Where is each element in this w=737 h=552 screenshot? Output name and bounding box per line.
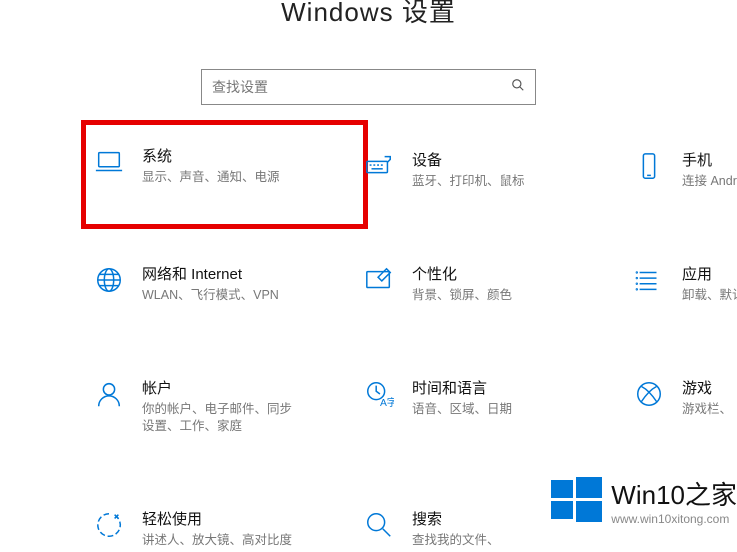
tile-gaming[interactable]: 游戏 游戏栏、 (632, 373, 737, 439)
globe-icon (92, 263, 126, 297)
tile-desc: 查找我的文件、 (412, 532, 627, 549)
tile-network[interactable]: 网络和 Internet WLAN、飞行模式、VPN (92, 259, 357, 308)
laptop-icon (92, 145, 126, 179)
svg-text:A字: A字 (380, 396, 394, 409)
windows-logo-icon (545, 470, 605, 530)
phone-icon (632, 149, 666, 183)
tile-accounts[interactable]: 帐户 你的帐户、电子邮件、同步设置、工作、家庭 (92, 373, 357, 439)
keyboard-icon (362, 149, 396, 183)
tile-desc: 游戏栏、 (682, 401, 737, 418)
search-container (0, 69, 737, 105)
search-input[interactable] (212, 79, 505, 95)
page-title: Windows 设置 (0, 0, 737, 29)
tile-time-language[interactable]: A字 时间和语言 语音、区域、日期 (362, 373, 627, 439)
tile-title: 手机 (682, 149, 737, 170)
tile-desc: 讲述人、放大镜、高对比度 (142, 532, 357, 549)
search-icon (511, 78, 525, 97)
tile-phone[interactable]: 手机 连接 Android (632, 145, 737, 194)
tile-desc: 你的帐户、电子邮件、同步设置、工作、家庭 (142, 401, 297, 435)
tile-desc: 连接 Android (682, 173, 737, 190)
tile-title: 帐户 (142, 377, 357, 398)
tile-title: 游戏 (682, 377, 737, 398)
watermark: Win10之家 www.win10xitong.com (539, 470, 737, 530)
search-icon (362, 508, 396, 542)
tile-apps[interactable]: 应用 卸载、默认 (632, 259, 737, 308)
xbox-icon (632, 377, 666, 411)
tile-title: 应用 (682, 263, 737, 284)
tile-title: 设备 (412, 149, 627, 170)
tile-personalization[interactable]: 个性化 背景、锁屏、颜色 (362, 259, 627, 308)
tile-system[interactable]: 系统 显示、声音、通知、电源 (86, 125, 363, 224)
tile-desc: 显示、声音、通知、电源 (142, 169, 357, 186)
tile-desc: 卸载、默认 (682, 287, 737, 304)
tile-title: 时间和语言 (412, 377, 627, 398)
tile-desc: 语音、区域、日期 (412, 401, 627, 418)
search-box[interactable] (201, 69, 536, 105)
tile-devices[interactable]: 设备 蓝牙、打印机、鼠标 (362, 145, 627, 194)
ease-icon (92, 508, 126, 542)
time-lang-icon: A字 (362, 377, 396, 411)
watermark-brand: Win10之家 (611, 475, 737, 512)
tile-title: 轻松使用 (142, 508, 357, 529)
apps-icon (632, 263, 666, 297)
tile-ease-of-access[interactable]: 轻松使用 讲述人、放大镜、高对比度 (92, 504, 357, 552)
tile-desc: 背景、锁屏、颜色 (412, 287, 627, 304)
tile-title: 网络和 Internet (142, 263, 357, 284)
watermark-url: www.win10xitong.com (611, 512, 737, 526)
tile-title: 系统 (142, 145, 357, 166)
tile-title: 个性化 (412, 263, 627, 284)
tile-desc: 蓝牙、打印机、鼠标 (412, 173, 627, 190)
person-icon (92, 377, 126, 411)
tile-desc: WLAN、飞行模式、VPN (142, 287, 357, 304)
brush-icon (362, 263, 396, 297)
